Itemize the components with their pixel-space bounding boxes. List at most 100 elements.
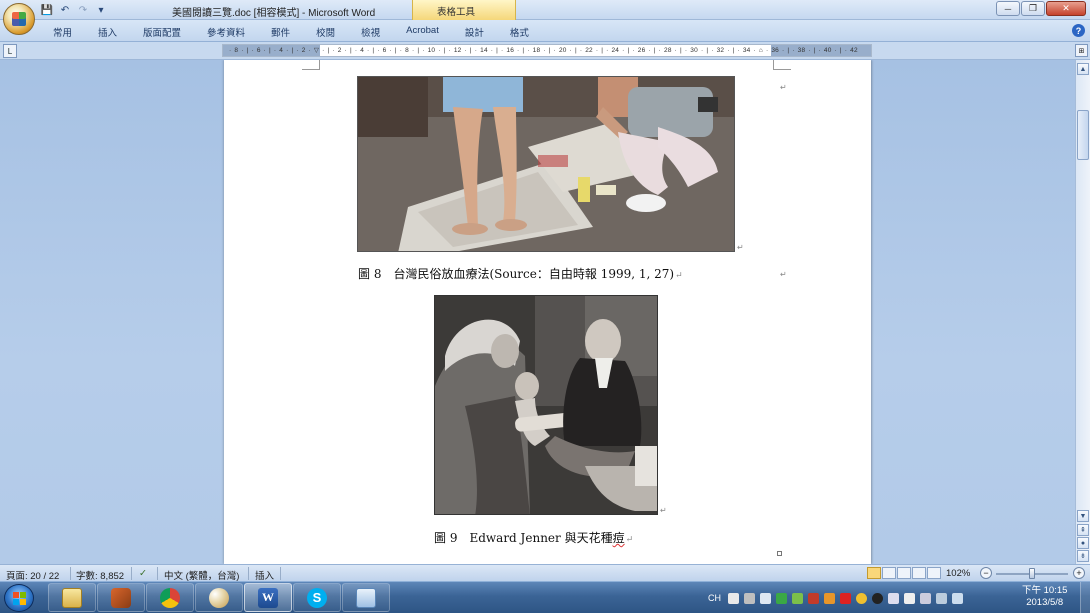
ime-icon[interactable] xyxy=(728,592,739,604)
end-of-cell-mark: ↵ xyxy=(780,83,787,92)
ribbon-tab[interactable]: 格式 xyxy=(497,25,542,39)
ribbon-tab[interactable]: 參考資料 xyxy=(194,25,258,39)
taskbar-program[interactable] xyxy=(97,583,145,612)
horizontal-ruler[interactable]: · 8 · | · 6 · | · 4 · | · 2 · ▽ · | · 2 … xyxy=(222,44,872,57)
start-button[interactable] xyxy=(4,584,34,612)
figure-8-caption: 圖 8 台灣民俗放血療法(Source：自由時報 1999, 1, 27)↵ xyxy=(358,265,683,282)
paragraph-mark: ↵ xyxy=(675,271,683,281)
ribbon-tab[interactable]: Acrobat xyxy=(393,25,452,39)
ribbon-tab[interactable]: 設計 xyxy=(452,25,497,39)
status-bar: 頁面: 20 / 22 字數: 8,852 ✓ 中文 (繁體，台灣) 插入 10… xyxy=(0,564,1090,582)
input-language-indicator[interactable]: CH xyxy=(708,593,721,603)
show-desktop-button[interactable] xyxy=(1080,582,1090,613)
ruler-ticks: · 8 · | · 6 · | · 4 · | · 2 · ▽ · | · 2 … xyxy=(229,47,858,54)
media-tray-icon[interactable] xyxy=(872,592,883,604)
keyboard-icon[interactable] xyxy=(744,592,755,604)
update-icon[interactable] xyxy=(792,592,803,604)
web-layout-view-icon[interactable] xyxy=(897,567,911,579)
jenner-painting-illustration xyxy=(435,296,657,514)
ribbon-tabs: 常用 插入 版面配置 參考資料 郵件 校閱 檢視 Acrobat 設計 格式 xyxy=(40,25,542,39)
ribbon-tab[interactable]: 常用 xyxy=(40,25,85,39)
clock[interactable]: 下午 10:15 2013/5/8 xyxy=(1022,585,1067,609)
ribbon-tab[interactable]: 郵件 xyxy=(258,25,303,39)
restore-button[interactable]: ❐ xyxy=(1021,1,1045,16)
messenger-tray-icon[interactable] xyxy=(856,592,867,604)
title-bar: 💾 ↶ ↷ ▾ 美國閱讀三覽.doc [相容模式] - Microsoft Wo… xyxy=(0,0,1090,20)
spelling-flagged-word[interactable]: 痘 xyxy=(613,531,625,545)
view-ruler-button[interactable]: ⊞ xyxy=(1075,44,1088,57)
figure-9-photo[interactable] xyxy=(434,295,658,515)
undo-icon[interactable]: ↶ xyxy=(58,4,72,17)
insert-mode-indicator[interactable]: 插入 xyxy=(255,568,274,582)
save-icon[interactable]: 💾 xyxy=(40,4,54,17)
help-icon[interactable]: ? xyxy=(1072,24,1085,37)
tray-expand-icon[interactable] xyxy=(760,592,771,604)
figure-9-caption: 圖 9 Edward Jenner 與天花種痘↵ xyxy=(434,529,633,546)
select-browse-object-button[interactable]: ● xyxy=(1077,537,1089,549)
customize-qat-icon[interactable]: ▾ xyxy=(94,4,108,17)
outline-view-icon[interactable] xyxy=(912,567,926,579)
zoom-level[interactable]: 102% xyxy=(946,568,970,579)
redo-icon[interactable]: ↷ xyxy=(76,4,90,17)
tab-selector-button[interactable]: L xyxy=(3,44,17,58)
security-icon[interactable] xyxy=(776,592,787,604)
ribbon-tab[interactable]: 檢視 xyxy=(348,25,393,39)
figure-8-caption-text: 圖 8 台灣民俗放血療法(Source：自由時報 1999, 1, 27) xyxy=(358,267,675,281)
system-tray: CH xyxy=(708,582,963,613)
taskbar: W S CH 下午 10:15 2013/5/8 xyxy=(0,581,1090,613)
zoom-slider-thumb[interactable] xyxy=(1029,568,1035,579)
action-center-icon[interactable] xyxy=(904,592,915,604)
alert-tray-icon[interactable] xyxy=(840,592,851,604)
zoom-out-button[interactable]: − xyxy=(980,567,992,579)
scroll-down-button[interactable]: ▼ xyxy=(1077,510,1089,522)
next-page-button[interactable]: ⇟ xyxy=(1077,550,1089,562)
paragraph-mark: ↵ xyxy=(625,535,634,545)
print-layout-view-icon[interactable] xyxy=(867,567,881,579)
vertical-scrollbar[interactable]: ▲ ▼ ⇞ ● ⇟ xyxy=(1075,60,1090,564)
taskbar-skype[interactable]: S xyxy=(293,583,341,612)
app-tray-icon[interactable] xyxy=(824,592,835,604)
scroll-thumb[interactable] xyxy=(1077,110,1089,160)
page-count[interactable]: 頁面: 20 / 22 xyxy=(6,568,59,582)
figure-8-photo[interactable] xyxy=(357,76,735,252)
scroll-up-button[interactable]: ▲ xyxy=(1077,63,1089,75)
taskbar-chrome[interactable] xyxy=(146,583,194,612)
draft-view-icon[interactable] xyxy=(927,567,941,579)
network-icon[interactable] xyxy=(936,592,947,604)
volume-icon[interactable] xyxy=(888,592,899,604)
end-of-cell-mark: ↵ xyxy=(660,506,667,515)
status-divider xyxy=(280,567,281,580)
taskbar-notepad[interactable] xyxy=(342,583,390,612)
ribbon-tab[interactable]: 版面配置 xyxy=(130,25,194,39)
ribbon-tab[interactable]: 校閱 xyxy=(303,25,348,39)
word-icon: W xyxy=(258,587,278,608)
notepad-icon xyxy=(356,587,376,608)
window-controls: ─ ❐ ✕ xyxy=(996,1,1086,16)
taskbar-explorer[interactable] xyxy=(48,583,96,612)
office-logo-icon xyxy=(12,12,26,26)
clock-date: 2013/5/8 xyxy=(1026,597,1064,608)
previous-page-button[interactable]: ⇞ xyxy=(1077,524,1089,536)
table-resize-handle[interactable] xyxy=(777,551,782,556)
language-indicator[interactable]: 中文 (繁體，台灣) xyxy=(164,568,239,582)
close-button[interactable]: ✕ xyxy=(1046,1,1086,16)
minimize-button[interactable]: ─ xyxy=(996,1,1020,16)
program-icon xyxy=(111,587,131,608)
word-count[interactable]: 字數: 8,852 xyxy=(76,568,124,582)
device-icon[interactable] xyxy=(920,592,931,604)
crop-mark-right xyxy=(773,60,791,70)
taskbar-word[interactable]: W xyxy=(244,583,292,612)
skype-icon: S xyxy=(307,587,327,608)
zoom-in-button[interactable]: + xyxy=(1073,567,1085,579)
ribbon-tab[interactable]: 插入 xyxy=(85,25,130,39)
office-button[interactable] xyxy=(3,3,35,35)
power-icon[interactable] xyxy=(952,592,963,604)
full-screen-reading-view-icon[interactable] xyxy=(882,567,896,579)
acrobat-tray-icon[interactable] xyxy=(808,592,819,604)
windows-logo-icon xyxy=(12,591,26,605)
quick-access-toolbar: 💾 ↶ ↷ ▾ xyxy=(40,3,108,17)
document-page[interactable]: ↵ ↵ 圖 8 台灣民俗放血療法(Source：自由時報 1999, 1, 27… xyxy=(224,60,871,564)
proofing-icon[interactable]: ✓ xyxy=(139,568,147,579)
taskbar-paint[interactable] xyxy=(195,583,243,612)
view-buttons xyxy=(867,567,941,579)
